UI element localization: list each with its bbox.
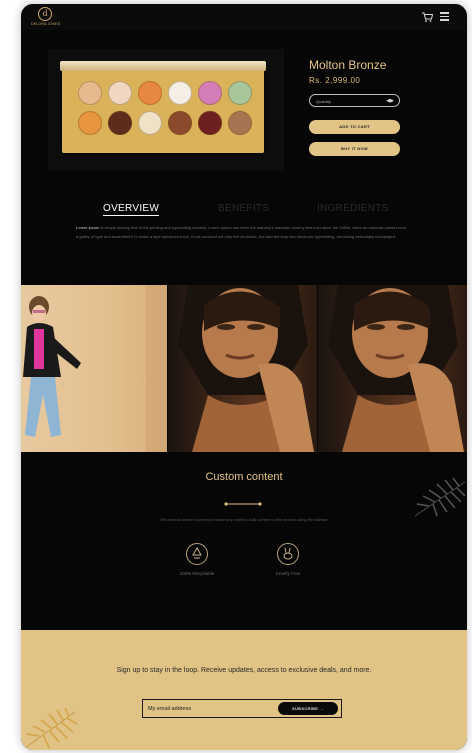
subscribe-button[interactable]: SUBSCRIBE → — [278, 702, 338, 715]
brand-logo[interactable]: d DELORA JONES — [31, 7, 61, 29]
custom-title: Custom content — [205, 471, 283, 483]
tab-ingredients[interactable]: INGREDIENTS — [317, 203, 389, 214]
feature-cruelty-free: Cruelty Free — [248, 543, 328, 576]
page-container: d DELORA JONES Molton Bronze Rs. 2,999.0… — [21, 4, 467, 750]
overview-lead: Lorem Ipsum — [76, 225, 100, 230]
leaf-decoration-icon — [21, 707, 79, 750]
eyeshadow-pan — [108, 81, 132, 105]
subscribe-label: SUBSCRIBE — [292, 706, 319, 711]
tab-benefits[interactable]: BENEFITS — [218, 203, 269, 214]
gallery-image-girl[interactable] — [21, 285, 167, 452]
quantity-select[interactable]: Quantity ◀▶ — [309, 94, 400, 107]
eyeshadow-pan — [78, 111, 102, 135]
eyeshadow-pan — [108, 111, 132, 135]
email-field[interactable]: My email address SUBSCRIBE → — [142, 699, 342, 718]
eyeshadow-pan — [198, 111, 222, 135]
eyeshadow-pan — [168, 111, 192, 135]
newsletter-section: Sign up to stay in the loop. Receive upd… — [21, 630, 467, 750]
quantity-label: Quantity — [316, 99, 331, 104]
eyeshadow-palette — [60, 61, 266, 153]
eyeshadow-pan — [78, 81, 102, 105]
logo-text: DELORA JONES — [31, 22, 61, 26]
logo-mark-icon: d — [38, 7, 52, 21]
feature-recyclable: 100% Recyclable — [157, 543, 237, 576]
feature-label: Cruelty Free — [275, 571, 301, 576]
custom-content-section: Custom content This section doesn't curr… — [21, 452, 467, 630]
stepper-arrows-icon: ◀▶ — [386, 98, 394, 104]
product-title: Molton Bronze — [309, 58, 387, 72]
product-info: Molton Bronze Rs. 2,999.00 Quantity ◀▶ A… — [309, 58, 409, 156]
eyeshadow-pan — [138, 81, 162, 105]
eyeshadow-pan — [198, 81, 222, 105]
feature-label: 100% Recyclable — [179, 571, 215, 576]
product-image[interactable] — [48, 49, 284, 171]
arrow-right-icon: → — [319, 706, 324, 711]
title-divider — [224, 493, 262, 506]
eyeshadow-pan — [138, 111, 162, 135]
palette-lid — [60, 61, 266, 71]
tab-overview[interactable]: OVERVIEW — [103, 203, 160, 216]
rabbit-icon — [277, 543, 299, 565]
image-gallery — [21, 285, 467, 452]
gallery-image-model-1[interactable] — [168, 285, 317, 452]
eyeshadow-pan — [168, 81, 192, 105]
product-price: Rs. 2,999.00 — [309, 76, 361, 85]
top-bar: d DELORA JONES — [21, 4, 467, 30]
gallery-image-model-2[interactable] — [318, 285, 467, 452]
eyeshadow-pan — [228, 111, 252, 135]
add-to-cart-button[interactable]: ADD TO CART — [309, 120, 400, 134]
custom-description: This section doesn't currently include a… — [159, 517, 329, 522]
hamburger-menu-icon[interactable] — [440, 12, 449, 21]
overview-text: Lorem Ipsum is simply dummy text of the … — [76, 223, 406, 241]
email-placeholder: My email address — [148, 706, 192, 712]
palm-leaf-icon — [413, 476, 467, 520]
buy-now-button[interactable]: BUY IT NOW — [309, 142, 400, 156]
eyeshadow-pan — [228, 81, 252, 105]
newsletter-text: Sign up to stay in the loop. Receive upd… — [116, 667, 372, 674]
cart-icon[interactable] — [421, 10, 434, 22]
overview-body: is simply dummy text of the printing and… — [76, 225, 406, 239]
product-tabs: OVERVIEW BENEFITS INGREDIENTS — [21, 203, 467, 216]
recycle-icon — [186, 543, 208, 565]
